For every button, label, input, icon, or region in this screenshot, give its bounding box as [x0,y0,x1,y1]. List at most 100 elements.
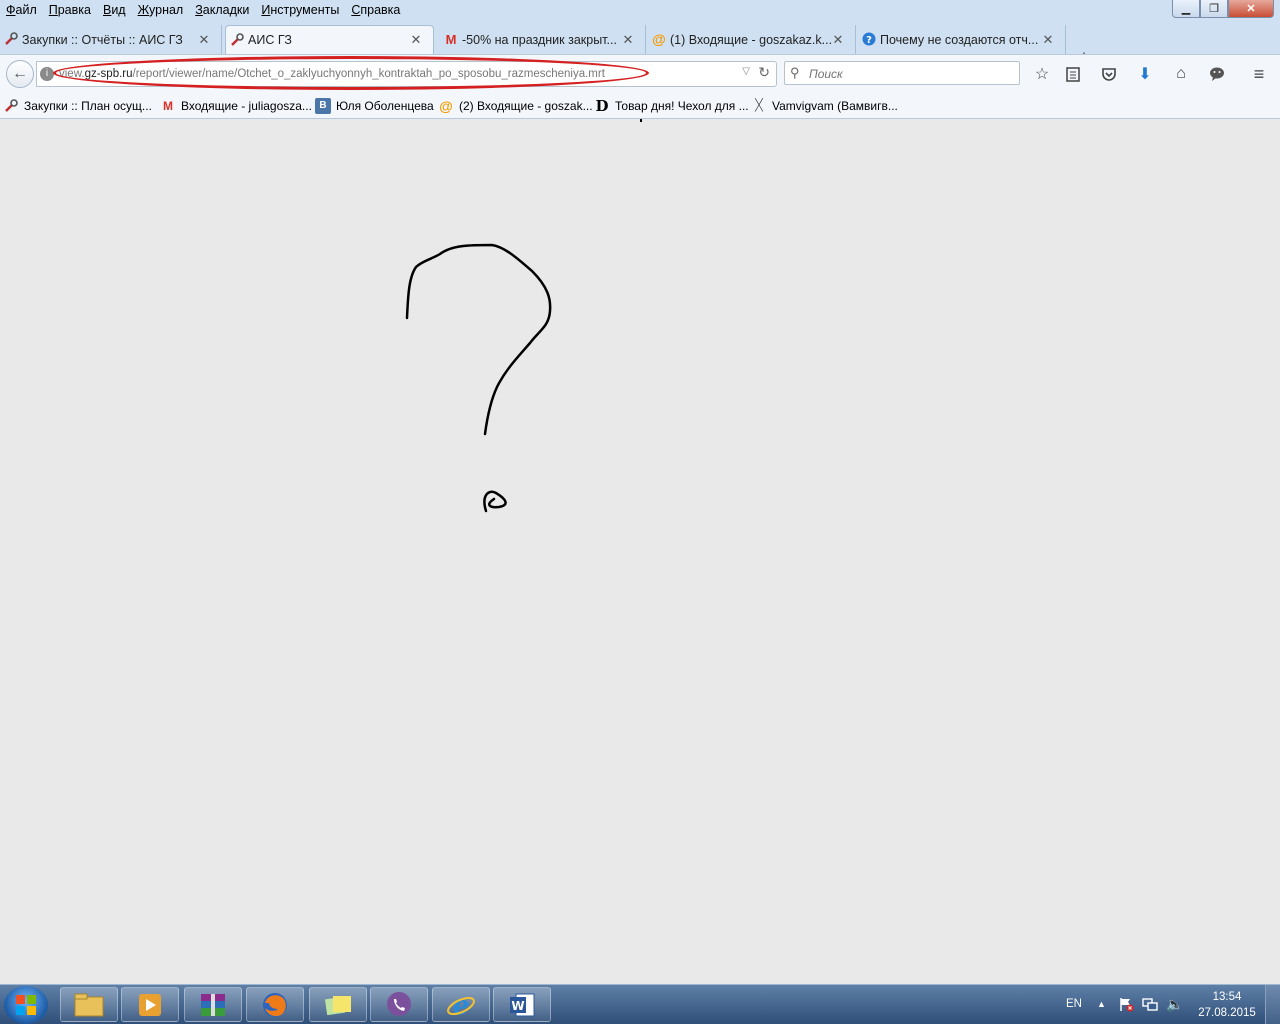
svg-text:W: W [511,999,524,1013]
hand-drawn-question-mark [405,119,642,513]
tab-label: Закупки :: Отчёты :: АИС ГЗ [22,32,183,47]
clock[interactable]: 13:54 27.08.2015 [1195,989,1259,1021]
clock-time: 13:54 [1212,991,1242,1003]
bookmark-item[interactable]: M Входящие - juliagosza... [160,92,312,119]
viber-icon [387,991,411,1016]
menu-tools[interactable]: Инструменты [255,0,345,20]
close-icon: ✕ [1246,3,1256,15]
back-button[interactable]: ← [6,60,34,88]
winrar-icon [201,993,225,1016]
search-box[interactable]: ⚲ [784,61,1020,85]
taskbar-explorer[interactable] [60,987,118,1022]
tab-strip: Закупки :: Отчёты :: АИС ГЗ ✕ АИС ГЗ ✕ M… [0,20,1280,67]
minimize-icon: ▁ [1181,3,1191,15]
downloads-button[interactable]: ⬇ [1134,63,1156,85]
home-icon: ⌂ [1176,65,1186,82]
tab-mailru[interactable]: @ (1) Входящие - goszakaz.k... ✕ [648,25,856,54]
taskbar: e W EN ▲ 🔈 13:54 27.08.2015 [0,984,1280,1024]
tray-volume[interactable]: 🔈 [1166,985,1183,1023]
tab-reports[interactable]: Закупки :: Отчёты :: АИС ГЗ ✕ [0,25,222,54]
pocket-button[interactable] [1098,63,1120,85]
close-icon[interactable]: ✕ [831,32,845,48]
hamburger-menu-icon: ≡ [1253,63,1265,84]
taskbar-word[interactable]: W [493,987,551,1022]
taskbar-media-player[interactable] [121,987,179,1022]
mailru-icon: @ [439,97,453,114]
window-controls: ▁ ❐ ✕ [1172,0,1274,18]
bookmark-label: Входящие - juliagosza... [181,98,312,113]
close-icon[interactable]: ✕ [1041,32,1055,48]
gmail-icon: M [445,31,457,47]
tray-network[interactable] [1142,985,1158,1023]
tools-icon [230,33,244,47]
show-desktop-button[interactable] [1265,985,1280,1024]
url-host: gz-spb.ru [84,68,133,80]
bookmark-item[interactable]: B Юля Оболенцева [315,92,434,119]
start-button[interactable] [4,986,48,1024]
tab-ais-gz[interactable]: АИС ГЗ ✕ [225,25,434,54]
menu-view[interactable]: Вид [97,0,132,20]
bookmark-label: Юля Оболенцева [336,98,434,113]
hello-button[interactable] [1206,63,1228,85]
maximize-button[interactable]: ❐ [1200,0,1228,18]
speaker-icon: 🔈 [1166,995,1184,1012]
home-button[interactable]: ⌂ [1170,63,1192,85]
bookmark-label: Закупки :: План осущ... [24,98,152,113]
menu-help[interactable]: Справка [345,0,406,20]
menu-edit[interactable]: Правка [43,0,97,20]
media-player-icon [139,993,161,1016]
url-prefix: view. [59,68,85,80]
windows-logo-icon [16,995,36,1015]
bookmark-item[interactable]: D Товар дня! Чехол для ... [594,92,748,119]
bookmark-item[interactable]: Закупки :: План осущ... [3,92,152,119]
site-info-icon[interactable]: i [40,67,54,81]
menu-bookmarks[interactable]: Закладки [189,0,255,20]
menu: Файл Правка Вид Журнал Закладки Инструме… [0,0,406,20]
tools-icon [3,98,19,114]
tab-label: Почему не создаются отч... [880,32,1039,47]
tab-help[interactable]: ? Почему не создаются отч... ✕ [858,25,1066,54]
taskbar-winrar[interactable] [184,987,242,1022]
taskbar-viber[interactable] [370,987,428,1022]
menu-history[interactable]: Журнал [132,0,190,20]
tray-flag[interactable] [1118,985,1134,1023]
clipboard-icon [1066,67,1080,82]
search-input[interactable] [807,64,1011,84]
taskbar-internet-explorer[interactable]: e [432,987,490,1022]
menu-file[interactable]: Файл [0,0,43,20]
taskbar-sticky-notes[interactable] [309,987,367,1022]
tab-gmail[interactable]: M -50% на праздник закрыт... ✕ [440,25,646,54]
taskbar-firefox[interactable] [246,987,304,1022]
help-icon: ? [862,32,876,46]
bookmark-star-button[interactable]: ☆ [1031,63,1053,85]
tray-overflow-button[interactable]: ▲ [1097,985,1106,1023]
language-label: EN [1066,998,1082,1010]
tab-label: (1) Входящие - goszakaz.k... [670,32,831,47]
tab-label: АИС ГЗ [248,33,292,47]
vk-icon: B [315,97,331,114]
language-indicator[interactable]: EN [1066,985,1082,1023]
bookmarks-menu-button[interactable] [1062,63,1084,85]
word-icon: W [510,993,535,1016]
close-icon[interactable]: ✕ [409,32,423,48]
url-text: view.gz-spb.ru/report/viewer/name/Otchet… [59,62,605,86]
restore-icon: ❐ [1209,3,1219,15]
reload-icon[interactable]: ↻ [758,64,770,81]
bookmark-item[interactable]: @ (2) Входящие - goszak... [438,92,593,119]
close-icon[interactable]: ✕ [197,32,211,48]
tools-icon [4,32,18,46]
history-dropdown-icon[interactable]: ▽ [742,66,750,77]
close-icon[interactable]: ✕ [621,32,635,48]
minimize-button[interactable]: ▁ [1172,0,1200,18]
address-bar[interactable]: i view.gz-spb.ru/report/viewer/name/Otch… [36,61,777,87]
close-window-button[interactable]: ✕ [1228,0,1274,18]
navigation-bar: ← i view.gz-spb.ru/report/viewer/name/Ot… [0,54,1280,92]
menu-button[interactable]: ≡ [1248,63,1270,85]
bookmark-label: (2) Входящие - goszak... [459,98,593,113]
triangle-up-icon: ▲ [1097,999,1106,1009]
bookmark-item[interactable]: ᚷ Vamvigvam (Вамвигв... [751,92,897,119]
firefox-icon [263,992,287,1017]
arrow-left-icon: ← [12,65,28,82]
clock-date: 27.08.2015 [1198,1007,1256,1019]
star-icon: ☆ [1034,66,1050,83]
